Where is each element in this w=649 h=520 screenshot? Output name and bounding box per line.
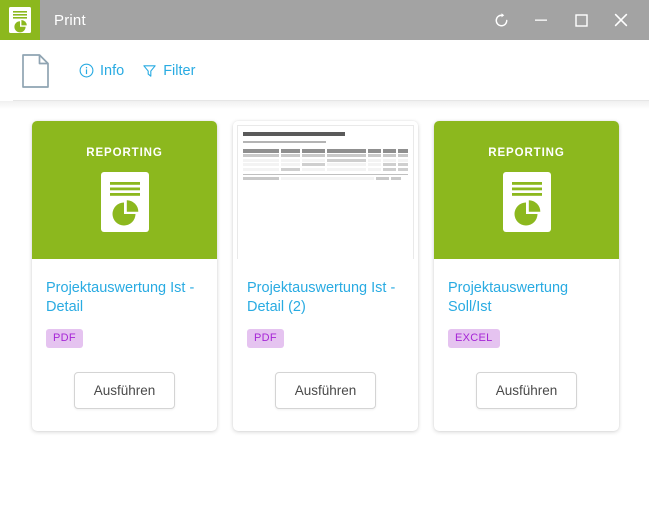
card-title[interactable]: Projektauswertung Soll/Ist: [448, 279, 605, 317]
card-footer: Ausführen: [46, 372, 203, 431]
document-icon: [13, 49, 57, 93]
filter-button[interactable]: Filter: [142, 63, 195, 79]
titlebar: Print: [0, 0, 649, 40]
card-header-reporting: REPORTING: [434, 121, 619, 259]
report-card[interactable]: Projektauswertung Ist - Detail (2) PDF A…: [233, 121, 418, 431]
card-header-thumbnail: [233, 121, 418, 259]
execute-button[interactable]: Ausführen: [73, 372, 176, 409]
report-card[interactable]: REPORTING Projektauswertung Ist - Detail…: [32, 121, 217, 431]
minimize-button[interactable]: [521, 0, 561, 40]
report-list-area: REPORTING Projektauswertung Ist - Detail…: [0, 101, 649, 520]
document-preview-thumbnail: [237, 125, 414, 259]
format-badge: PDF: [247, 329, 284, 348]
card-header-reporting: REPORTING: [32, 121, 217, 259]
toolbar: Info Filter: [0, 40, 649, 101]
report-pie-document-icon: [100, 172, 149, 237]
filter-funnel-icon: [142, 63, 157, 78]
window-title: Print: [54, 11, 86, 29]
maximize-button[interactable]: [561, 0, 601, 40]
toolbar-actions: Info Filter: [79, 63, 195, 79]
minimize-icon: [534, 13, 548, 27]
execute-button[interactable]: Ausführen: [475, 372, 578, 409]
close-button[interactable]: [601, 0, 641, 40]
info-label: Info: [100, 62, 125, 79]
card-body: Projektauswertung Ist - Detail PDF Ausfü…: [32, 259, 217, 431]
card-title[interactable]: Projektauswertung Ist - Detail (2): [247, 279, 404, 317]
app-logo: [0, 0, 40, 40]
format-badge: PDF: [46, 329, 83, 348]
report-pie-document-icon: [9, 7, 31, 33]
report-card-grid: REPORTING Projektauswertung Ist - Detail…: [0, 121, 649, 431]
filter-label: Filter: [163, 62, 196, 79]
report-card[interactable]: REPORTING Projektauswertung Soll/Ist EXC…: [434, 121, 619, 431]
refresh-button[interactable]: [481, 0, 521, 40]
report-pie-document-icon: [502, 172, 551, 237]
close-icon: [614, 13, 628, 27]
card-header-label: REPORTING: [86, 147, 163, 159]
card-body: Projektauswertung Ist - Detail (2) PDF A…: [233, 259, 418, 431]
maximize-icon: [574, 13, 588, 27]
card-title[interactable]: Projektauswertung Ist - Detail: [46, 279, 203, 317]
execute-button[interactable]: Ausführen: [274, 372, 377, 409]
info-button[interactable]: Info: [79, 63, 124, 79]
print-window: Print Info Filter REPORTING Projektauswe…: [0, 0, 649, 520]
card-header-label: REPORTING: [488, 147, 565, 159]
card-footer: Ausführen: [247, 372, 404, 431]
card-footer: Ausführen: [448, 372, 605, 431]
content-top-shadow: [0, 101, 649, 109]
card-body: Projektauswertung Soll/Ist EXCEL Ausführ…: [434, 259, 619, 431]
refresh-icon: [494, 12, 509, 28]
format-badge: EXCEL: [448, 329, 500, 348]
window-controls: [481, 0, 649, 40]
info-circle-icon: [79, 63, 94, 78]
